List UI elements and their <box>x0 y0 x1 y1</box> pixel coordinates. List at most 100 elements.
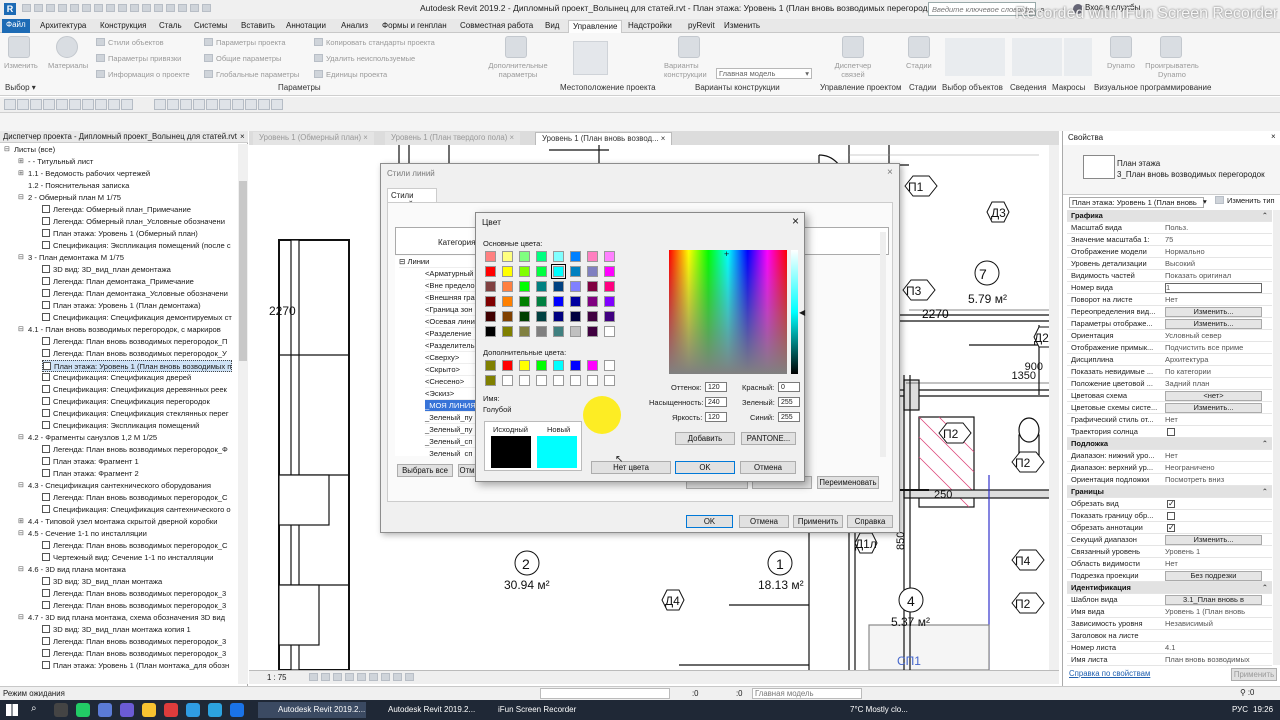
basic-color-swatch[interactable] <box>587 281 598 292</box>
tree-toggle-icon[interactable]: ⊟ <box>18 529 24 537</box>
main-model-dropdown[interactable]: Главная модель ▾ <box>716 68 812 79</box>
properties-help-link[interactable]: Справка по свойствам <box>1069 669 1150 678</box>
ok-button[interactable]: OK <box>675 461 735 474</box>
task-view-icon[interactable] <box>54 703 68 717</box>
close-icon[interactable]: × <box>792 214 799 228</box>
manage-links-icon[interactable] <box>842 36 864 58</box>
basic-color-swatch[interactable] <box>502 296 513 307</box>
manage-links-label[interactable]: Диспетчер связей <box>830 61 876 79</box>
tab-14[interactable]: Изменить <box>720 20 764 33</box>
toolbar-icon[interactable] <box>219 99 231 110</box>
tree-toggle-icon[interactable]: ⊟ <box>18 193 24 201</box>
chevron-down-icon[interactable]: ▾ <box>1203 197 1207 206</box>
tab-7[interactable]: Анализ <box>337 20 372 33</box>
basic-color-swatch[interactable] <box>485 251 496 262</box>
line-style-row[interactable]: <Сверху> <box>425 352 479 364</box>
tab-5[interactable]: Вставить <box>237 20 279 33</box>
basic-color-swatch[interactable] <box>519 326 530 337</box>
additional-settings-wrench-icon[interactable] <box>505 36 527 58</box>
tree-toggle-icon[interactable]: ⊟ <box>18 253 24 261</box>
basic-color-swatch[interactable] <box>570 266 581 277</box>
custom-color-swatch[interactable] <box>587 375 598 386</box>
opera-icon[interactable] <box>164 703 178 717</box>
toolbar-icon[interactable] <box>108 99 120 110</box>
tab-floor-plan[interactable]: Уровень 1 (План твердого пола) × <box>385 132 521 145</box>
tree-toggle-icon[interactable]: ⊟ <box>18 481 24 489</box>
tree-item[interactable]: 4.5 - Сечение 1-1 по инсталляции <box>28 528 147 540</box>
basic-color-swatch[interactable] <box>536 281 547 292</box>
tree-item[interactable]: Легенда: План демонтажа_Примечание <box>42 276 194 288</box>
tree-item[interactable]: 1.1 - Ведомость рабочих чертежей <box>28 168 150 180</box>
basic-color-swatch[interactable] <box>587 266 598 277</box>
property-edit-button[interactable]: <нет> <box>1165 391 1262 401</box>
basic-color-swatch[interactable] <box>570 281 581 292</box>
scale-control[interactable]: 1 : 75 <box>267 673 287 682</box>
panel-select[interactable]: Выбор ▾ <box>5 83 36 92</box>
hue-saturation-spectrum[interactable] <box>669 250 787 374</box>
transfer-standards-button[interactable]: Копировать стандарты проекта <box>314 38 435 47</box>
basic-color-swatch[interactable] <box>536 296 547 307</box>
tree-item[interactable]: 4.4 - Типовой узел монтажа скрытой дверн… <box>28 516 217 528</box>
tree-item[interactable]: Легенда: План вновь возводимых перегород… <box>42 636 226 648</box>
select-all-button[interactable]: Выбрать все <box>397 464 453 477</box>
tab-13[interactable]: pyRevit <box>684 20 719 33</box>
toolbar-icon[interactable] <box>43 99 55 110</box>
line-style-row[interactable]: <Разделитель <box>425 340 479 352</box>
collapse-icon[interactable]: ⌃ <box>1262 438 1268 450</box>
property-group[interactable]: Идентификация ⌃ <box>1067 582 1272 594</box>
tree-item[interactable]: Чертежный вид: Сечение 1-1 по инсталляци… <box>42 552 213 564</box>
basic-color-swatch[interactable] <box>570 311 581 322</box>
tree-toggle-icon[interactable]: ⊞ <box>18 169 24 177</box>
taskbar-revit-1[interactable]: Autodesk Revit 2019.2... <box>258 702 366 718</box>
custom-color-swatch[interactable] <box>553 375 564 386</box>
taskbar-revit-2[interactable]: Autodesk Revit 2019.2... <box>368 702 476 718</box>
basic-color-swatch[interactable] <box>553 326 564 337</box>
property-edit-button[interactable]: Изменить... <box>1165 535 1262 545</box>
tree-item[interactable]: Спецификация: Спецификация деревянных ре… <box>42 384 227 396</box>
revit-logo-icon[interactable]: R <box>4 3 16 15</box>
phases-icon[interactable] <box>908 36 930 58</box>
tree-item[interactable]: Легенда: План вновь возводимых перегород… <box>42 444 228 456</box>
tree-item[interactable]: Легенда: План вновь возводимых перегород… <box>42 492 227 504</box>
basic-color-swatch[interactable] <box>485 326 496 337</box>
tab-10[interactable]: Вид <box>541 20 563 33</box>
basic-color-swatch[interactable] <box>604 266 615 277</box>
tree-toggle-icon[interactable]: ⊟ <box>18 565 24 573</box>
custom-color-swatch[interactable] <box>604 360 615 371</box>
close-icon[interactable]: × <box>240 132 245 141</box>
tree-item[interactable]: Спецификация: Спецификация демонтируемых… <box>42 312 232 324</box>
line-style-row[interactable]: <Вне предело <box>425 280 479 292</box>
tree-item[interactable]: 3D вид: 3D_вид_план монтажа <box>42 576 162 588</box>
tree-item[interactable]: 4.7 - 3D вид плана монтажа, схема обозна… <box>28 612 225 624</box>
toolbar-icon[interactable] <box>206 99 218 110</box>
toolbar-icon[interactable] <box>167 99 179 110</box>
property-edit-button[interactable]: Без подрезки <box>1165 571 1262 581</box>
tab-3[interactable]: Сталь <box>155 20 186 33</box>
materials-button-label[interactable]: Материалы <box>48 61 88 70</box>
luminance-input[interactable]: 120 <box>705 412 727 422</box>
apply-button[interactable]: Применить <box>793 515 843 528</box>
tab-partitions-plan[interactable]: Уровень 1 (План вновь возвод... × <box>535 132 673 145</box>
toolbar-icon[interactable] <box>121 99 133 110</box>
property-edit-button[interactable]: Изменить... <box>1165 319 1262 329</box>
tab-9[interactable]: Совместная работа <box>456 20 537 33</box>
additional-params-label[interactable]: Дополнительные параметры <box>483 61 553 79</box>
windows-start-icon[interactable] <box>6 704 18 716</box>
custom-color-swatch[interactable] <box>485 360 496 371</box>
tree-item[interactable]: Спецификация: Экспликация помещений <box>42 420 199 432</box>
basic-color-swatch[interactable] <box>551 264 566 279</box>
property-checkbox[interactable] <box>1167 498 1175 510</box>
collapse-icon[interactable]: ⌃ <box>1262 486 1268 498</box>
custom-color-swatch[interactable] <box>570 375 581 386</box>
line-style-row[interactable]: _МОЯ ЛИНИЯ <box>425 400 479 412</box>
tree-item[interactable]: 2 - Обмерный план М 1/75 <box>28 192 121 204</box>
tree-item[interactable]: Спецификация: Спецификация сантехническо… <box>42 504 231 516</box>
green-input[interactable]: 255 <box>778 397 800 407</box>
materials-sphere-icon[interactable] <box>56 36 78 58</box>
taskbar-recorder[interactable]: iFun Screen Recorder <box>478 702 578 718</box>
basic-color-swatch[interactable] <box>502 326 513 337</box>
language-indicator[interactable]: РУС <box>1232 705 1248 714</box>
telegram-icon[interactable] <box>208 703 222 717</box>
toolbar-icon[interactable] <box>69 99 81 110</box>
tree-item[interactable]: 3 - План демонтажа М 1/75 <box>28 252 124 264</box>
